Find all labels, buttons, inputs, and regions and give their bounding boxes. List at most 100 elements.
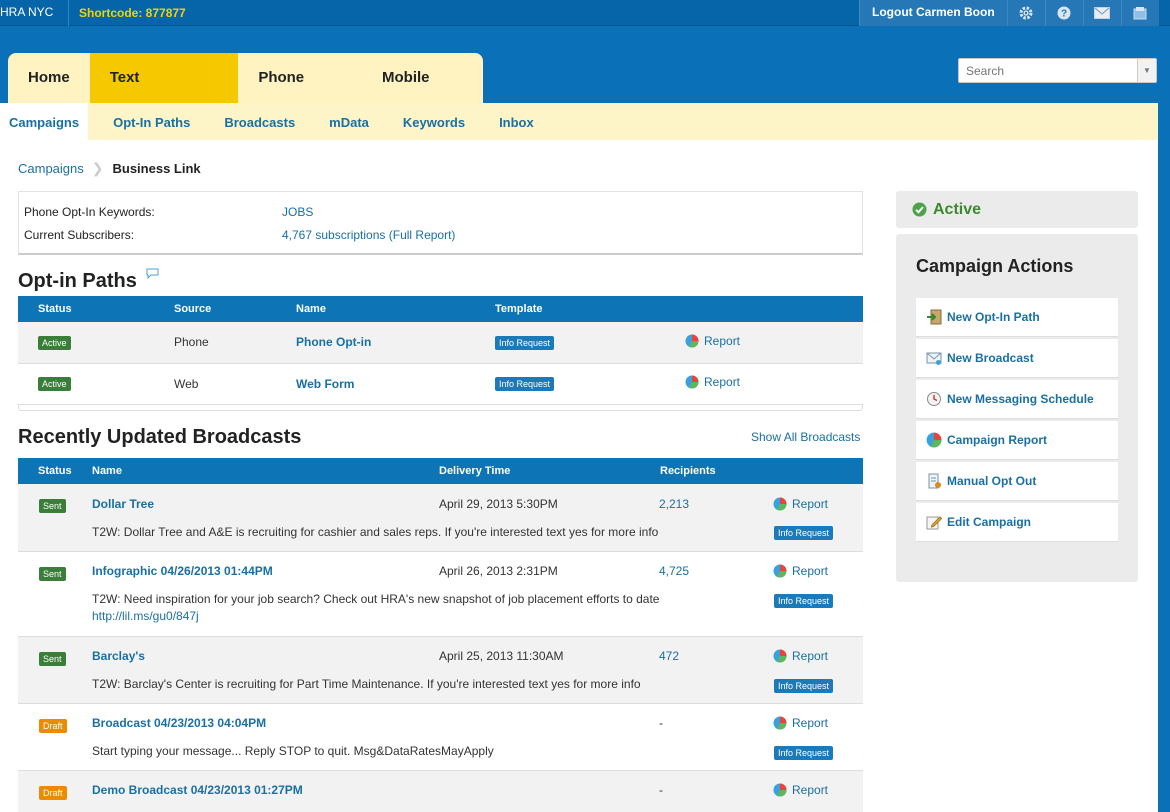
broadcast-name-link[interactable]: Infographic 04/26/2013 01:44PM	[92, 564, 273, 578]
subscribers-label: Current Subscribers:	[24, 228, 135, 242]
keywords-label: Phone Opt-In Keywords:	[24, 205, 155, 219]
chevron-down-icon[interactable]: ▼	[1137, 59, 1156, 82]
report-link[interactable]: Report	[685, 334, 740, 348]
tab-text-messaging[interactable]: Text Messaging	[89, 53, 239, 103]
check-circle-icon	[912, 202, 927, 217]
table-row: Sent Barclay's April 25, 2013 11:30AM 47…	[18, 637, 863, 704]
shortcode-label: Shortcode: 877877	[79, 6, 186, 20]
report-label: Report	[792, 783, 829, 797]
subtab-broadcasts[interactable]: Broadcasts	[207, 103, 312, 140]
action-new-broadcast[interactable]: New Broadcast	[916, 339, 1118, 378]
subtab-keywords[interactable]: Keywords	[386, 103, 482, 140]
table-row: Sent Infographic 04/26/2013 01:44PM Apri…	[18, 552, 863, 637]
report-link[interactable]: Report	[773, 716, 828, 730]
col-name: Name	[296, 296, 495, 322]
status-badge: Sent	[39, 499, 66, 513]
status-badge: Draft	[39, 719, 67, 733]
pie-chart-icon	[773, 783, 787, 797]
opt-in-name-link[interactable]: Web Form	[296, 377, 354, 391]
pie-chart-icon	[773, 649, 787, 663]
delivery-time: April 29, 2013 5:30PM	[439, 497, 558, 511]
action-new-opt-in-path[interactable]: New Opt-In Path	[916, 298, 1118, 337]
help-icon[interactable]: ?	[1044, 0, 1083, 26]
main-content: Campaigns ❯ Business Link Phone Opt-In K…	[0, 140, 1158, 812]
broadcast-name-link[interactable]: Barclay's	[92, 649, 145, 663]
subtab-campaigns[interactable]: Campaigns	[0, 103, 89, 140]
col-template: Template	[495, 296, 685, 322]
report-link[interactable]: Report	[773, 564, 828, 578]
delivery-time: April 25, 2013 11:30AM	[439, 649, 564, 663]
template-badge[interactable]: Info Request	[495, 335, 555, 350]
tab-phone-calls[interactable]: Phone Calls	[238, 53, 362, 103]
pie-chart-icon	[773, 497, 787, 511]
recipients-link[interactable]: 4,725	[659, 564, 689, 578]
template-badge[interactable]: Info Request	[774, 746, 834, 760]
search-input[interactable]	[959, 59, 1134, 82]
action-new-messaging-schedule[interactable]: New Messaging Schedule	[916, 380, 1118, 419]
col-report	[685, 296, 863, 322]
col-status: Status	[18, 458, 92, 484]
source-cell: Web	[174, 363, 296, 405]
delivery-time: April 26, 2013 2:31PM	[439, 564, 558, 578]
show-all-broadcasts-link[interactable]: Show All Broadcasts	[751, 430, 860, 444]
tab-home[interactable]: Home	[8, 53, 90, 103]
mail-icon[interactable]	[1082, 0, 1121, 26]
report-link[interactable]: Report	[773, 497, 828, 511]
report-link[interactable]: Report	[685, 375, 740, 389]
page-edge	[1158, 103, 1170, 812]
template-badge[interactable]: Info Request	[774, 679, 834, 693]
broadcast-name-link[interactable]: Demo Broadcast 04/23/2013 01:27PM	[92, 783, 303, 797]
campaign-actions-title: Campaign Actions	[916, 256, 1074, 276]
template-badge[interactable]: Info Request	[495, 377, 555, 391]
chevron-right-icon: ❯	[91, 160, 104, 176]
status-badge: Active	[38, 377, 71, 391]
pie-chart-icon	[773, 564, 787, 578]
campaign-status: Active	[896, 191, 1138, 228]
pie-chart-icon	[685, 375, 699, 389]
report-link[interactable]: Report	[773, 783, 828, 797]
table-row: Active Phone Phone Opt-in Info Request R…	[18, 322, 863, 364]
subtab-opt-in-paths[interactable]: Opt-In Paths	[88, 103, 207, 140]
recipients-link[interactable]: 472	[659, 649, 679, 663]
subtab-inbox[interactable]: Inbox	[482, 103, 551, 140]
template-badge[interactable]: Info Request	[774, 526, 834, 540]
broadcast-name-link[interactable]: Broadcast 04/23/2013 04:04PM	[92, 716, 266, 730]
table-row: Sent Dollar Tree April 29, 2013 5:30PM 2…	[18, 484, 863, 552]
org-name: HRA NYC	[0, 5, 54, 19]
campaign-info: Phone Opt-In Keywords: JOBS Current Subs…	[18, 191, 863, 255]
comment-bubble-icon[interactable]	[146, 268, 159, 282]
subtab-mdata[interactable]: mData	[312, 103, 386, 140]
table-row: Draft Demo Broadcast 04/23/2013 01:27PM …	[18, 771, 863, 812]
template-badge[interactable]: Info Request	[774, 594, 834, 608]
report-label: Report	[792, 649, 829, 663]
action-label: Edit Campaign	[947, 515, 1032, 529]
broadcasts-table-header: Status Name Delivery Time Recipients	[18, 458, 863, 484]
tab-mobile-web[interactable]: Mobile Web	[362, 53, 483, 103]
edit-pencil-icon	[926, 516, 942, 530]
logout-button[interactable]: Logout Carmen Boon	[859, 0, 1007, 26]
inbox-icon[interactable]	[1120, 0, 1159, 26]
keywords-link[interactable]: JOBS	[282, 205, 313, 219]
main-nav: Home Text Messaging Phone Calls Mobile W…	[8, 53, 483, 103]
action-label: New Messaging Schedule	[947, 392, 1094, 406]
opt-in-path-icon	[927, 309, 942, 325]
broadcast-message: T2W: Dollar Tree and A&E is recruiting f…	[92, 525, 659, 539]
col-source: Source	[174, 296, 296, 322]
gear-icon[interactable]	[1006, 0, 1045, 26]
subscribers-link[interactable]: 4,767 subscriptions	[282, 228, 385, 242]
recipients-link[interactable]: 2,213	[659, 497, 689, 511]
recipients-value: -	[659, 716, 663, 730]
full-report-link[interactable]: (Full Report)	[389, 228, 456, 242]
schedule-clock-icon	[927, 392, 941, 406]
broadcast-name-link[interactable]: Dollar Tree	[92, 497, 154, 511]
col-recipients: Recipients	[660, 458, 863, 484]
action-campaign-report[interactable]: Campaign Report	[916, 421, 1118, 460]
action-manual-opt-out[interactable]: Manual Opt Out	[916, 462, 1118, 501]
action-edit-campaign[interactable]: Edit Campaign	[916, 503, 1118, 542]
report-label: Report	[792, 564, 829, 578]
table-footer	[18, 405, 863, 411]
broadcast-url-link[interactable]: http://lil.ms/gu0/847j	[92, 609, 199, 623]
report-link[interactable]: Report	[773, 649, 828, 663]
breadcrumb-campaigns-link[interactable]: Campaigns	[18, 161, 84, 176]
opt-in-name-link[interactable]: Phone Opt-in	[296, 335, 371, 349]
